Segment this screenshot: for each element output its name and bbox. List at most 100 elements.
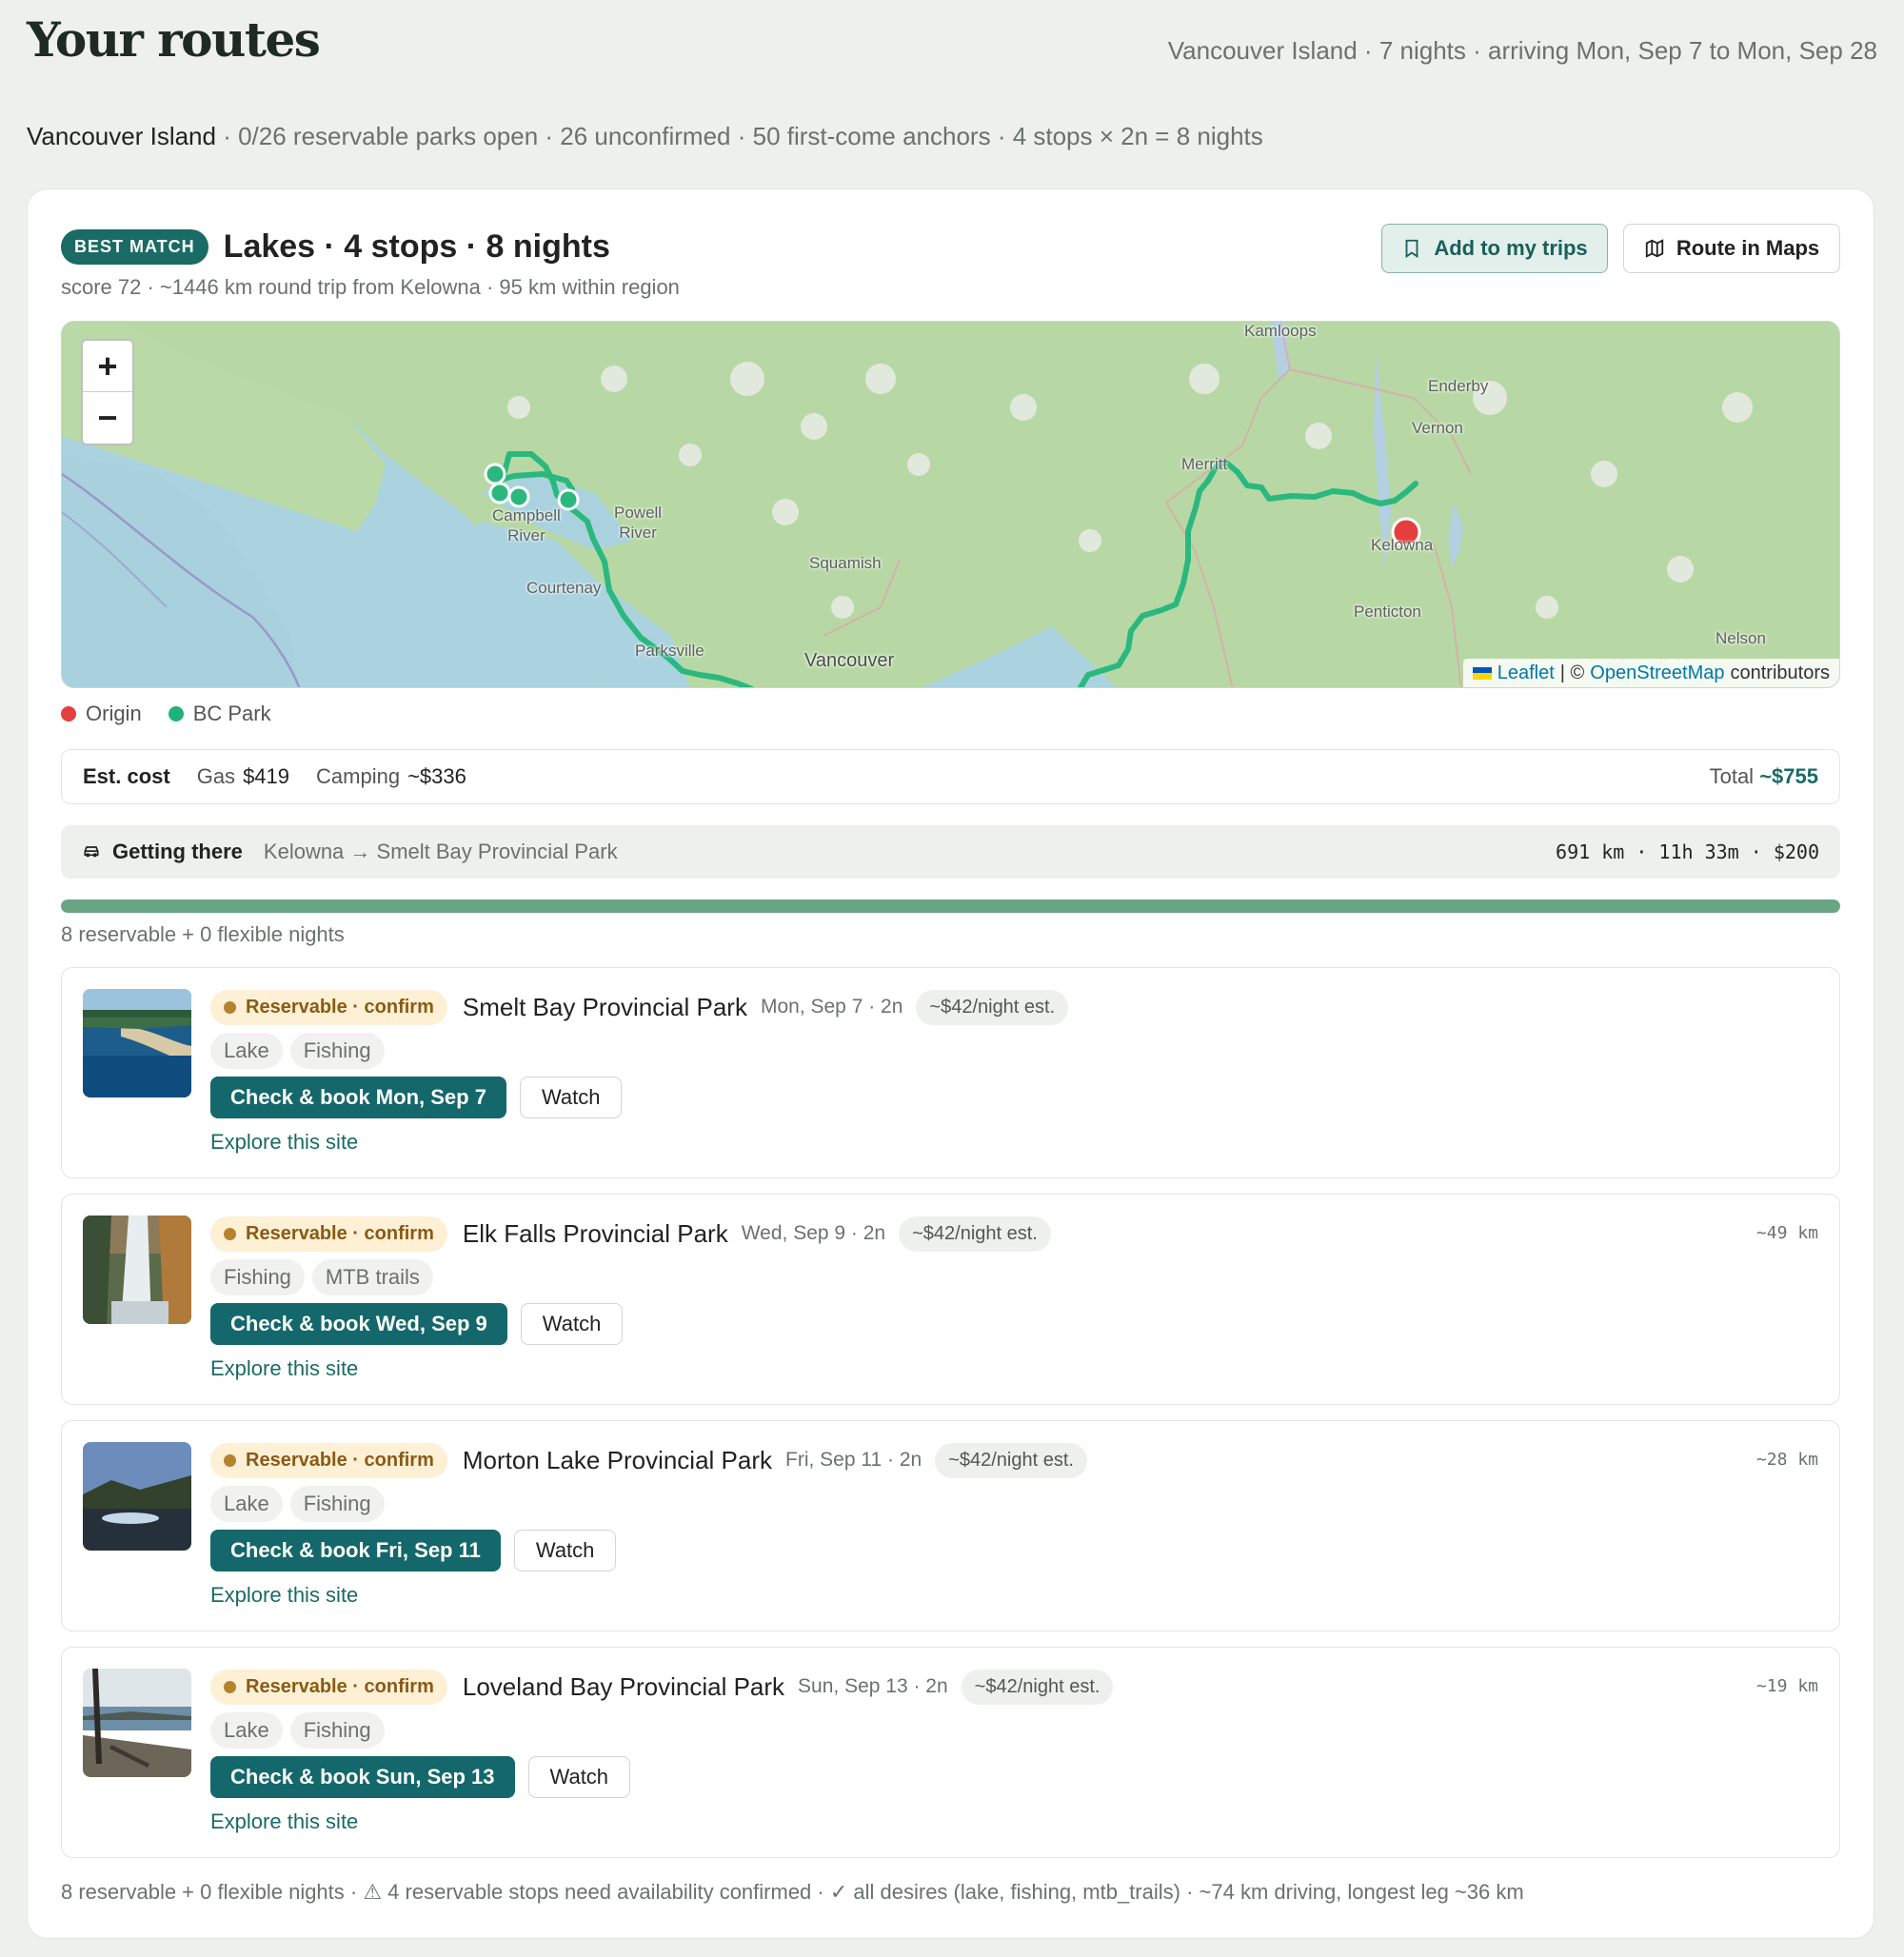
watch-button[interactable]: Watch [519,1077,623,1118]
stop-date: Fri, Sep 11 · 2n [785,1449,922,1471]
stop-actions: Check & book Sun, Sep 13 Watch [210,1756,631,1798]
watch-button[interactable]: Watch [513,1530,617,1572]
explore-site-link[interactable]: Explore this site [210,1809,358,1834]
check-and-book-button[interactable]: Check & book Fri, Sep 11 [210,1530,501,1572]
tag-list: Fishing MTB trails [210,1259,433,1295]
attribution-separator: | © [1559,662,1585,683]
getting-there-path: Kelowna → Smelt Bay Provincial Park [263,840,618,863]
map-label-merritt: Merritt [1181,455,1228,473]
park-photo [83,1442,191,1551]
park-thumbnail[interactable] [83,1442,191,1551]
bookmark-icon [1405,239,1418,258]
page-header: Your routes Vancouver Island · 7 nights … [27,11,1877,78]
status-label: Reservable · confirm [246,1675,434,1697]
tag-chip: Fishing [289,1033,385,1069]
park-photo [83,1669,191,1777]
route-title: Lakes · 4 stops · 8 nights [223,227,610,265]
tag-list: Lake Fishing [210,1486,385,1522]
route-card: BEST MATCH Lakes · 4 stops · 8 nights sc… [27,188,1874,1939]
total-label: Total [1709,764,1755,788]
leg-distance: ~28 km [1755,1450,1818,1470]
page-subtitle: Vancouver Island · 7 nights · arriving M… [1167,36,1877,65]
route-meta: score 72 · ~1446 km round trip from Kelo… [61,275,680,299]
legend-origin: Origin [86,702,142,725]
tag-chip: Lake [210,1033,283,1069]
map-label-nelson: Nelson [1716,629,1766,647]
stop-card: Reservable · confirm Elk Falls Provincia… [61,1194,1840,1405]
stop-actions: Check & book Wed, Sep 9 Watch [210,1303,624,1345]
legend-park: BC Park [192,702,271,725]
status-badge: Reservable · confirm [210,1442,447,1478]
add-to-trips-button[interactable]: Add to my trips [1381,224,1608,273]
stop-actions: Check & book Fri, Sep 11 Watch [210,1530,617,1572]
route-in-maps-button[interactable]: Route in Maps [1623,224,1840,273]
attribution-contributors: contributors [1730,662,1831,683]
region-summary: Vancouver Island · 0/26 reservable parks… [27,122,1263,151]
status-badge: Reservable · confirm [210,1669,447,1705]
stop-header: Reservable · confirm Elk Falls Provincia… [210,1216,1051,1252]
tag-chip: Fishing [289,1712,385,1749]
total-cost: Total ~$755 [1710,764,1818,789]
park-name: Loveland Bay Provincial Park [462,1671,785,1701]
watch-button[interactable]: Watch [527,1756,631,1798]
nights-progress-fill [61,899,1840,913]
route-map[interactable]: + − Kamloops Enderby Vernon Merritt Kelo… [61,321,1840,688]
getting-there-stats: 691 km · 11h 33m · $200 [1556,840,1819,863]
map-label-enderby: Enderby [1428,377,1489,395]
total-value: ~$755 [1759,764,1818,788]
map-label-powell-river: Powell River [614,504,663,542]
stop-date: Sun, Sep 13 · 2n [798,1675,948,1697]
map-label-vancouver: Vancouver [804,650,895,671]
gas-label: Gas [196,764,236,788]
map-legend: Origin BC Park [61,702,271,726]
camping-label: Camping [316,764,401,788]
estimated-cost: Est. cost Gas $419 Camping ~$336 Total ~… [61,749,1840,804]
stop-card: Reservable · confirm Morton Lake Provinc… [61,1420,1840,1631]
best-match-badge: BEST MATCH [61,228,208,265]
cost-label: Est. cost [83,764,170,788]
tag-list: Lake Fishing [210,1033,385,1069]
map-label-penticton: Penticton [1354,603,1421,621]
route-in-maps-label: Route in Maps [1676,236,1820,260]
stop-header: Reservable · confirm Morton Lake Provinc… [210,1442,1087,1478]
park-thumbnail[interactable] [83,1669,191,1777]
map-attribution: Leaflet | © OpenStreetMap contributors [1462,659,1839,687]
route-footer-summary: 8 reservable + 0 flexible nights · ⚠ 4 r… [61,1880,1524,1904]
map-label-kamloops: Kamloops [1244,322,1317,340]
check-and-book-button[interactable]: Check & book Sun, Sep 13 [210,1756,515,1798]
tag-list: Lake Fishing [210,1712,385,1749]
explore-site-link[interactable]: Explore this site [210,1583,358,1608]
stop-date: Wed, Sep 9 · 2n [741,1222,886,1244]
park-name: Smelt Bay Provincial Park [462,992,747,1021]
nights-summary: 8 reservable + 0 flexible nights [61,922,345,946]
park-dot-icon [168,706,184,722]
stop-actions: Check & book Mon, Sep 7 Watch [210,1077,623,1118]
price-estimate: ~$42/night est. [899,1216,1051,1252]
zoom-in-button[interactable]: + [83,341,132,392]
openstreetmap-link[interactable]: OpenStreetMap [1590,662,1724,684]
status-dot-icon [224,1000,236,1014]
park-photo [83,989,191,1097]
park-name: Elk Falls Provincial Park [462,1218,728,1248]
nights-progress-bar [61,899,1840,913]
park-thumbnail[interactable] [83,989,191,1097]
explore-site-link[interactable]: Explore this site [210,1356,358,1381]
summary-region: Vancouver Island [27,122,216,150]
price-estimate: ~$42/night est. [916,989,1069,1025]
add-to-trips-label: Add to my trips [1434,236,1588,260]
summary-details: · 0/26 reservable parks open · 26 unconf… [215,122,1263,150]
leaflet-link[interactable]: Leaflet [1497,662,1555,684]
park-thumbnail[interactable] [83,1216,191,1324]
price-estimate: ~$42/night est. [961,1669,1114,1705]
price-estimate: ~$42/night est. [935,1442,1087,1478]
leg-distance: ~49 km [1755,1223,1818,1243]
explore-site-link[interactable]: Explore this site [210,1130,358,1155]
check-and-book-button[interactable]: Check & book Mon, Sep 7 [210,1077,506,1118]
status-label: Reservable · confirm [246,996,434,1018]
zoom-out-button[interactable]: − [83,392,132,444]
check-and-book-button[interactable]: Check & book Wed, Sep 9 [210,1303,507,1345]
page-title: Your routes [27,11,321,68]
status-dot-icon [224,1453,236,1467]
watch-button[interactable]: Watch [520,1303,624,1345]
gas-value: $419 [243,764,290,788]
